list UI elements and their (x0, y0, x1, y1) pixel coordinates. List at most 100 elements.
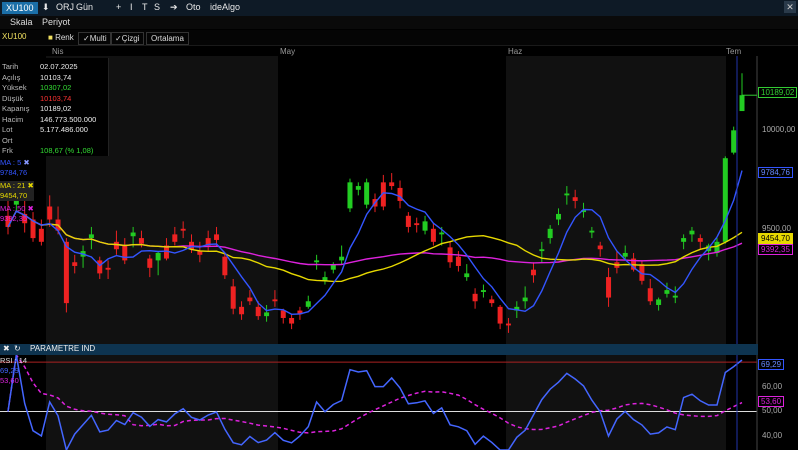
menu-bar: Skala Periyot (0, 16, 798, 29)
rsi-avg-tag: 53,60 (758, 396, 785, 407)
ma50-price-tag: 9392,35 (758, 244, 793, 255)
rsi-chart[interactable] (0, 355, 798, 450)
ma50-label: MA : 50 ✖ (0, 204, 34, 213)
ma5-label: MA : 5 ✖ (0, 158, 30, 167)
close-icon[interactable]: ✖ (23, 158, 29, 167)
candle-body (664, 290, 670, 294)
toolbar-i[interactable]: I (130, 2, 133, 12)
info-value: 10103,74 (40, 93, 72, 103)
ma21-value: 9454,70 (0, 191, 28, 200)
candle-body (430, 228, 436, 242)
toolbar-gun[interactable]: Gün (76, 2, 93, 12)
candle-body (572, 197, 578, 201)
menu-skala[interactable]: Skala (10, 17, 33, 27)
month-label: Tem (726, 47, 742, 56)
chart-tab-bar: XU100 ■ Renk ✓Multi ✓Çizgi Ortalama (0, 30, 798, 46)
check-icon: ✓ (115, 34, 122, 43)
tab-average[interactable]: Ortalama (146, 32, 189, 45)
close-icon[interactable]: ✖ (28, 181, 34, 190)
candle-body (489, 299, 495, 304)
tab-multi[interactable]: ✓Multi (78, 32, 112, 45)
symbol-selector[interactable]: XU100 (2, 2, 38, 14)
toolbar-oto[interactable]: Oto (186, 2, 201, 12)
candle-body (414, 223, 420, 226)
info-key: Frk (2, 146, 13, 155)
candle-body (422, 221, 428, 231)
toolbar-t[interactable]: T (142, 2, 148, 12)
candle-body (105, 267, 111, 270)
ohlc-info-box: Tarih 02.07.2025 Açılış 10103,74 Yüksek 10307… (0, 58, 109, 156)
info-key: Kapanış (2, 104, 30, 113)
info-key: Ort (2, 135, 13, 145)
info-value: 10103,74 (40, 72, 72, 82)
candle-body (556, 213, 561, 220)
toolbar-plus[interactable]: + (116, 2, 121, 12)
ma50-value: 9392,35 (0, 214, 28, 223)
candle-body (564, 193, 570, 196)
refresh-icon[interactable]: ↻ (14, 344, 21, 353)
rsi-axis-label: 40,00 (762, 431, 783, 440)
candle-body (689, 230, 695, 235)
candle-body (439, 232, 445, 235)
info-value: 02.07.2025 (40, 62, 78, 71)
arrow-right-icon[interactable]: ➔ (170, 2, 178, 13)
ma21-legend: MA : 21 ✖ 9454,70 (0, 181, 34, 201)
parameter-label[interactable]: PARAMETRE IND (30, 344, 95, 353)
candle-body (497, 306, 503, 324)
candle-body (172, 234, 178, 242)
info-key: Düşük (2, 93, 24, 103)
month-band (506, 56, 726, 344)
toolbar-orj[interactable]: ORJ (56, 2, 74, 12)
info-value: 10189,02 (40, 104, 72, 113)
rsi-axis-label: 50,00 (762, 406, 783, 415)
candle-body (47, 206, 53, 220)
candle-body (464, 273, 470, 278)
candle-body (672, 295, 678, 298)
month-label: Haz (508, 47, 523, 56)
tab-multi-label: Multi (89, 34, 107, 43)
tab-line[interactable]: ✓Çizgi (110, 32, 145, 45)
candle-body (230, 286, 236, 309)
ma5-price-tag: 9784,76 (758, 167, 793, 178)
close-icon[interactable]: ✖ (3, 344, 10, 353)
candle-body (347, 182, 353, 209)
color-square-icon: ■ (48, 33, 53, 42)
ma5-legend: MA : 5 ✖ 9784,76 (0, 158, 30, 178)
candle-body (455, 256, 461, 266)
ma21-price-tag: 9454,70 (758, 233, 793, 244)
candle-body (97, 260, 103, 274)
candle-body (647, 288, 653, 302)
candle-body (314, 260, 320, 263)
candle-body (88, 234, 94, 239)
price-chart[interactable] (0, 56, 798, 344)
rsi-avg-value: 53,60 (0, 376, 19, 385)
rsi-axis-label: 60,00 (762, 382, 783, 391)
candle-body (130, 232, 136, 237)
tab-color[interactable]: ■ Renk (44, 32, 78, 43)
download-icon[interactable]: ⬇ (42, 2, 50, 13)
menu-periyot[interactable]: Periyot (42, 17, 70, 27)
candle-body (155, 252, 161, 261)
candle-body (239, 306, 245, 315)
info-value: 146.773.500.000 (40, 114, 97, 124)
toolbar-s[interactable]: S (154, 2, 160, 12)
candle-body (389, 182, 395, 187)
price-axis-label: 10000,00 (762, 125, 796, 134)
candle-body (247, 297, 253, 302)
close-icon[interactable]: ✖ (28, 204, 34, 213)
ma5-value: 9784,76 (0, 168, 28, 177)
candle-body (622, 252, 628, 257)
toolbar-idealgo[interactable]: ideAlgo (210, 2, 240, 12)
candle-body (547, 228, 553, 239)
candle-body (289, 317, 295, 324)
ma21-label: MA : 21 ✖ (0, 181, 34, 190)
top-toolbar: XU100 ⬇ ORJ Gün + I T S ➔ Oto ideAlgo ✕ (0, 0, 798, 17)
candle-body (739, 95, 745, 112)
month-label: May (280, 47, 296, 56)
candle-body (180, 228, 186, 231)
candle-body (530, 269, 536, 276)
close-icon[interactable]: ✕ (784, 1, 796, 13)
candle-body (589, 230, 595, 233)
rsi-legend: RSI : 14 69,29 53,60 (0, 356, 27, 386)
check-icon: ✓ (83, 34, 90, 43)
